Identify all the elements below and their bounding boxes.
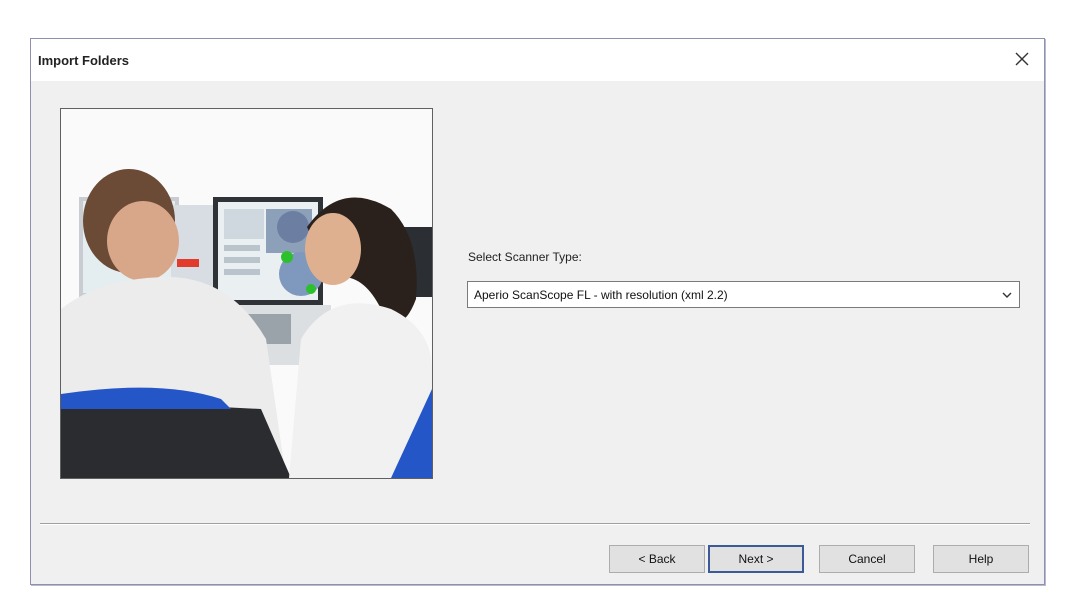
help-button[interactable]: Help bbox=[933, 545, 1029, 573]
next-button[interactable]: Next > bbox=[708, 545, 804, 573]
dialog-title: Import Folders bbox=[38, 53, 130, 68]
scientists-illustration bbox=[61, 109, 432, 478]
back-button[interactable]: < Back bbox=[609, 545, 705, 573]
footer-divider bbox=[40, 523, 1030, 525]
title-bar: Import Folders bbox=[31, 39, 1044, 82]
scanner-type-select[interactable]: Aperio ScanScope FL - with resolution (x… bbox=[467, 281, 1020, 308]
scanner-type-label: Select Scanner Type: bbox=[468, 250, 582, 264]
chevron-down-icon bbox=[1002, 292, 1012, 298]
close-button[interactable] bbox=[1008, 45, 1036, 73]
scanner-type-value: Aperio ScanScope FL - with resolution (x… bbox=[474, 288, 728, 302]
wizard-illustration bbox=[60, 108, 433, 479]
import-folders-dialog: Import Folders Select Scanner Type: Aper… bbox=[30, 38, 1045, 585]
cancel-button[interactable]: Cancel bbox=[819, 545, 915, 573]
close-icon bbox=[1015, 52, 1029, 66]
